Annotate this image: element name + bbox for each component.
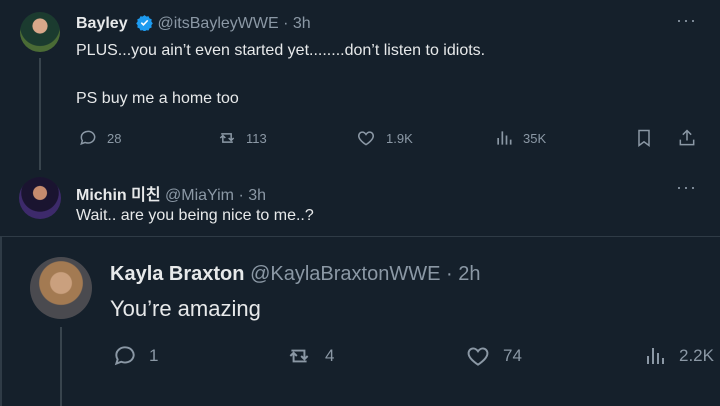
separator: · bbox=[445, 263, 453, 285]
views-icon bbox=[494, 128, 514, 148]
tweet-text-line: PS buy me a home too bbox=[76, 90, 239, 107]
author-name[interactable]: Kayla Braxton bbox=[110, 263, 245, 285]
views-count: 35K bbox=[523, 130, 547, 146]
tweet-header: Michin 미친 @MiaYim · 3h bbox=[76, 181, 266, 205]
author-name[interactable]: Bayley bbox=[76, 15, 128, 32]
avatar[interactable] bbox=[20, 12, 60, 52]
tweet-header: Kayla Braxton @KaylaBraxtonWWE · 2h bbox=[110, 263, 480, 286]
reply-count: 1 bbox=[149, 346, 159, 365]
retweet-button[interactable]: 113 bbox=[216, 128, 267, 148]
like-button[interactable]: 1.9K bbox=[356, 128, 413, 148]
reply-count: 28 bbox=[107, 130, 122, 146]
retweet-icon bbox=[216, 128, 238, 148]
divider bbox=[0, 237, 2, 406]
like-count: 74 bbox=[503, 346, 522, 365]
author-name[interactable]: Michin 미친 bbox=[76, 187, 161, 204]
timestamp[interactable]: 2h bbox=[458, 263, 480, 285]
more-icon[interactable]: ··· bbox=[676, 10, 697, 31]
views-button[interactable]: 2.2K bbox=[643, 343, 714, 369]
tweet-header: Bayley @itsBayleyWWE · 3h bbox=[76, 14, 311, 36]
reply-icon bbox=[112, 343, 138, 369]
bookmark-icon bbox=[634, 128, 654, 148]
like-count: 1.9K bbox=[386, 130, 413, 146]
author-handle[interactable]: @itsBayleyWWE bbox=[158, 15, 279, 32]
retweet-count: 4 bbox=[325, 346, 335, 365]
retweet-button[interactable]: 4 bbox=[285, 343, 334, 369]
thread-line bbox=[39, 58, 41, 170]
thread-line bbox=[60, 327, 62, 406]
tweet-kayla[interactable]: Kayla Braxton @KaylaBraxtonWWE · 2h You’… bbox=[0, 236, 720, 406]
verified-badge-icon bbox=[136, 14, 153, 36]
avatar[interactable] bbox=[30, 257, 92, 319]
like-icon bbox=[465, 343, 491, 369]
share-icon bbox=[677, 128, 697, 148]
timestamp[interactable]: 3h bbox=[293, 15, 311, 32]
author-handle[interactable]: @KaylaBraxtonWWE bbox=[250, 263, 440, 285]
separator: · bbox=[283, 15, 289, 32]
retweet-icon bbox=[285, 343, 313, 369]
tweet-text-line: PLUS...you ain’t even started yet.......… bbox=[76, 42, 486, 59]
like-button[interactable]: 74 bbox=[465, 343, 522, 369]
like-icon bbox=[356, 128, 376, 148]
tweet-text: You’re amazing bbox=[110, 296, 261, 321]
views-icon bbox=[643, 343, 667, 369]
bookmark-button[interactable] bbox=[634, 128, 654, 148]
tweet-bayley[interactable]: Bayley @itsBayleyWWE · 3h ··· PLUS...you… bbox=[0, 0, 720, 170]
share-button[interactable] bbox=[677, 128, 697, 148]
author-handle[interactable]: @MiaYim bbox=[165, 187, 234, 204]
more-icon[interactable]: ··· bbox=[676, 177, 697, 198]
tweet-text: Wait.. are you being nice to me..? bbox=[76, 207, 314, 224]
views-count: 2.2K bbox=[679, 346, 714, 365]
avatar[interactable] bbox=[19, 177, 61, 219]
timestamp[interactable]: 3h bbox=[248, 187, 266, 204]
separator: · bbox=[238, 187, 244, 204]
reply-button[interactable]: 28 bbox=[78, 128, 121, 148]
tweet-michin[interactable]: Michin 미친 @MiaYim · 3h ··· Wait.. are yo… bbox=[0, 165, 720, 235]
reply-button[interactable]: 1 bbox=[112, 343, 158, 369]
retweet-count: 113 bbox=[246, 130, 267, 146]
views-button[interactable]: 35K bbox=[494, 128, 546, 148]
reply-icon bbox=[78, 128, 98, 148]
